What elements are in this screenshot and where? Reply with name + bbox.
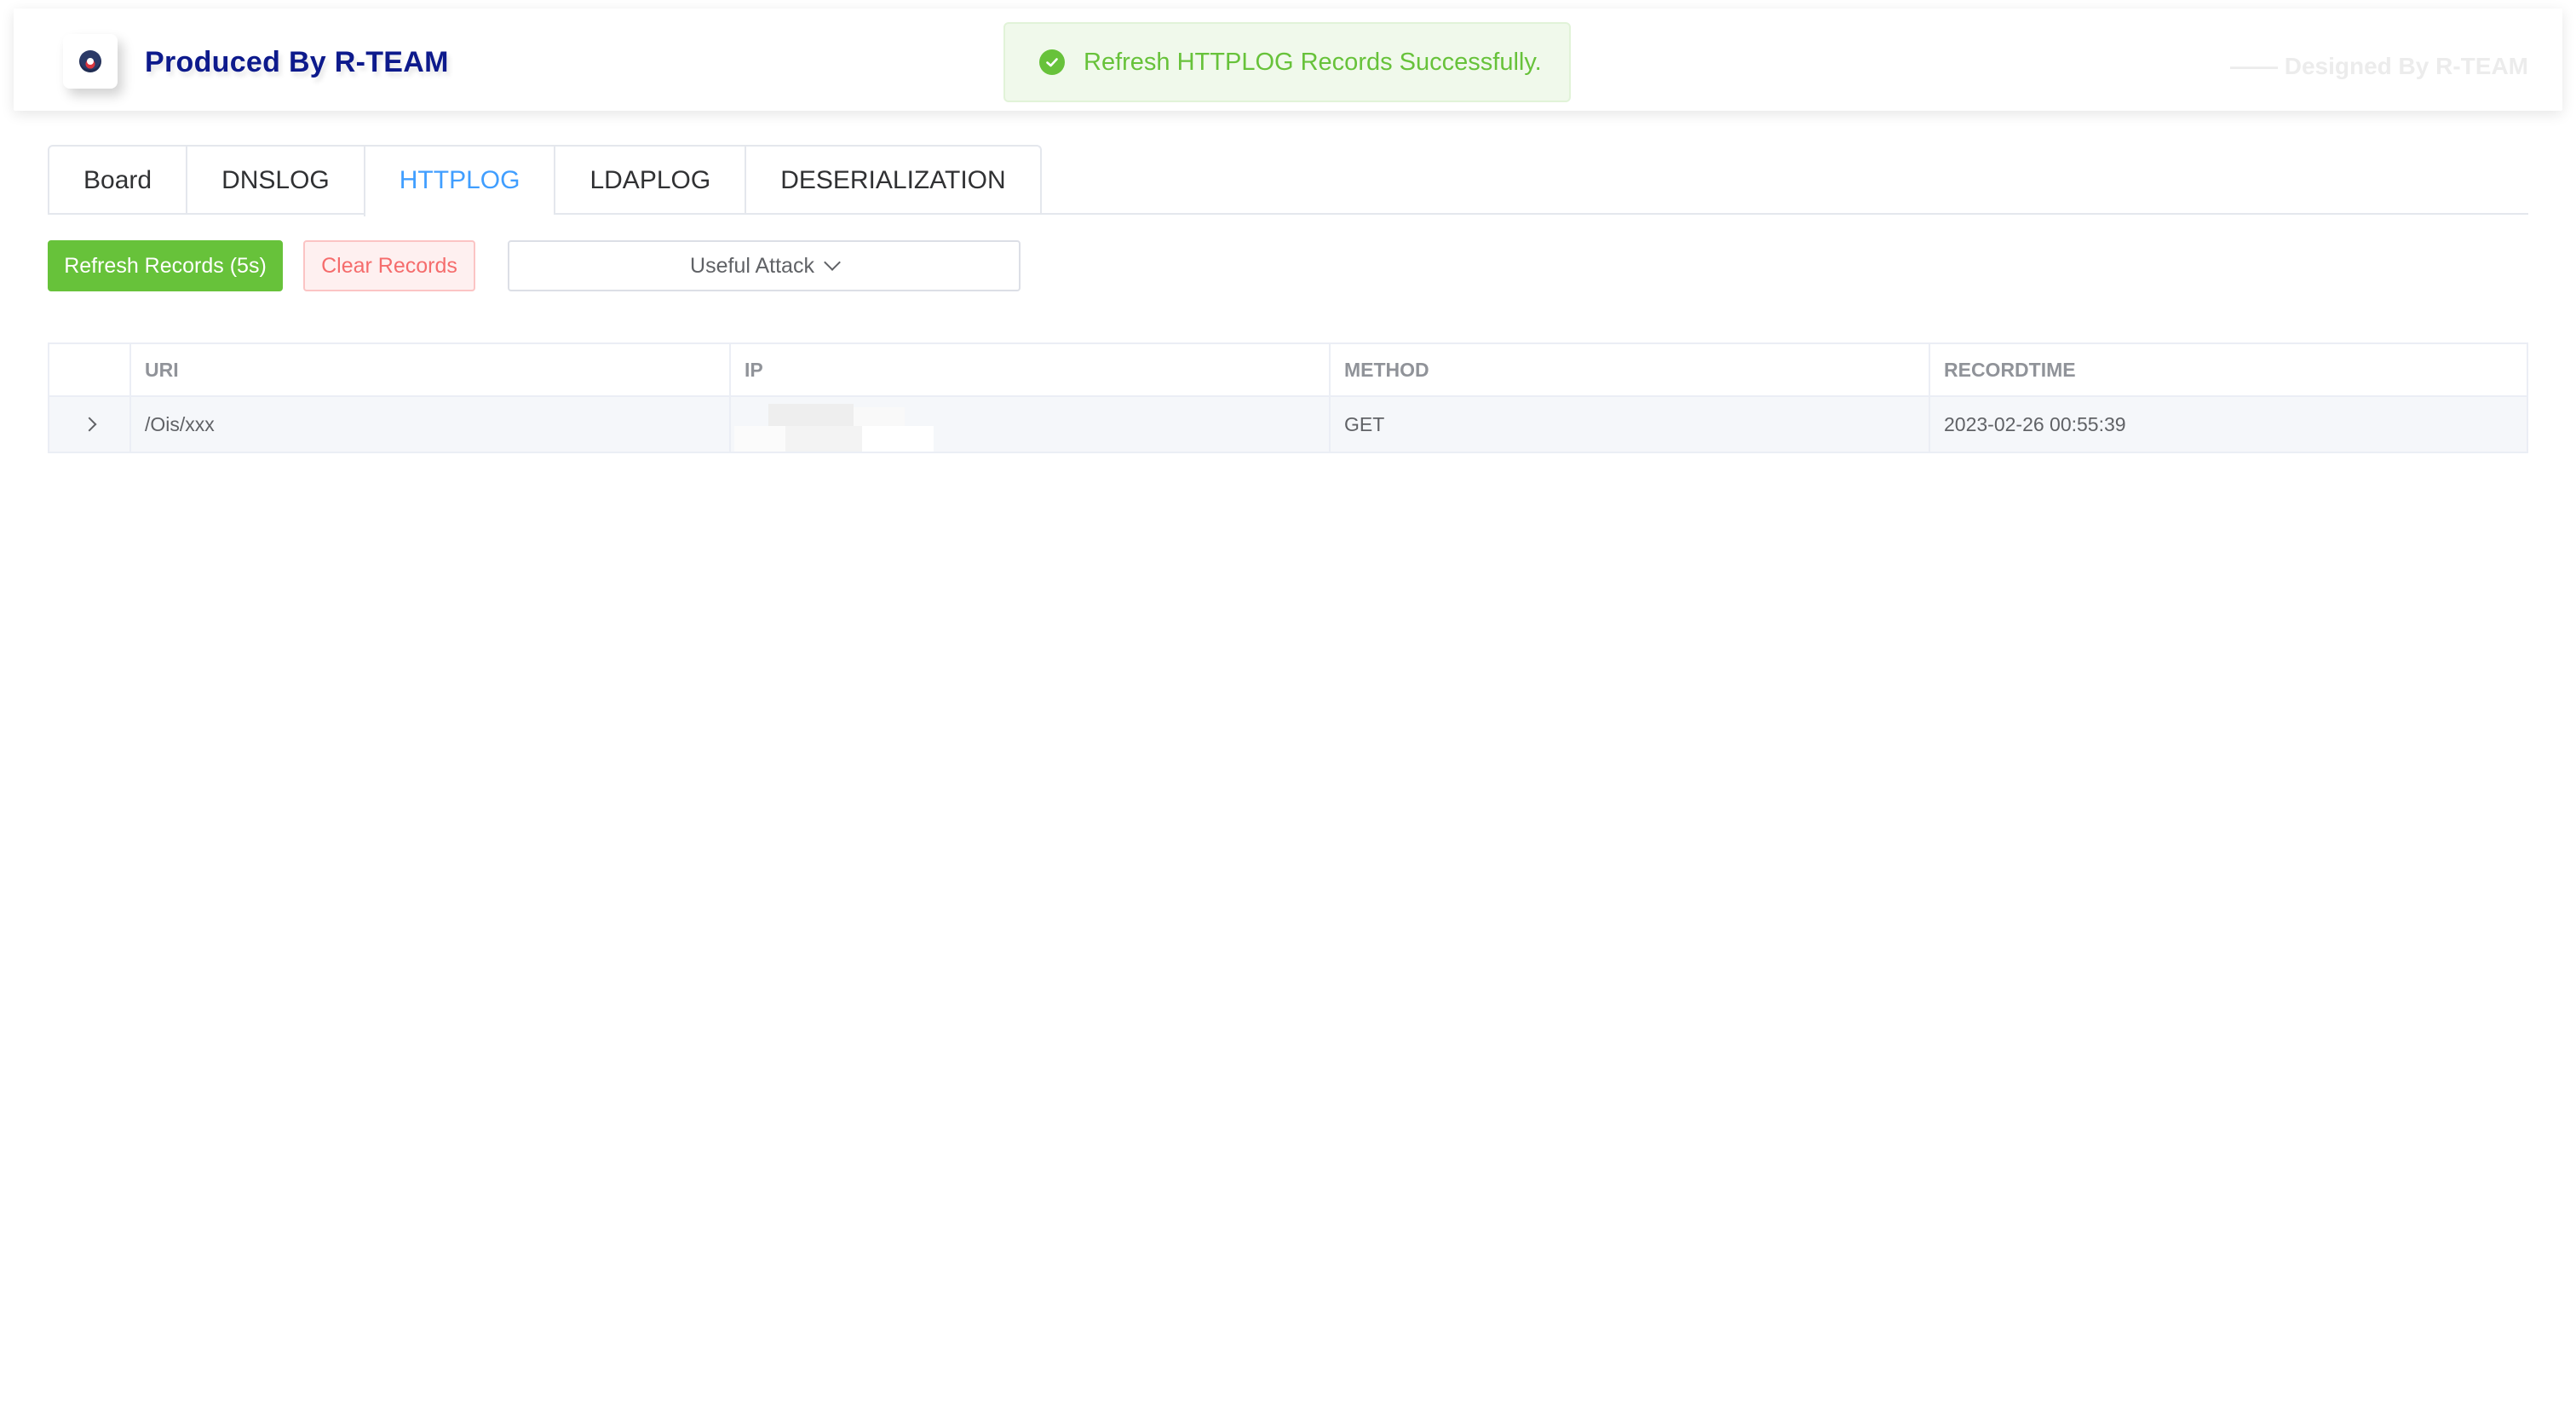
designed-by-text: —— Designed By R-TEAM — [2229, 53, 2528, 79]
useful-attack-dropdown[interactable]: Useful Attack — [508, 240, 1021, 291]
clear-records-button[interactable]: Clear Records — [303, 240, 475, 291]
expand-column-header — [49, 344, 129, 395]
tab-deserialization[interactable]: DESERIALIZATION — [745, 147, 1040, 215]
column-header-method: METHOD — [1329, 344, 1929, 395]
cell-uri: /Ois/xxx — [129, 397, 729, 452]
cell-method: GET — [1329, 397, 1929, 452]
tab-dnslog[interactable]: DNSLOG — [186, 147, 364, 215]
ip-redaction-mask — [734, 404, 939, 452]
column-header-recordtime: RECORDTIME — [1929, 344, 2527, 395]
expand-cell[interactable] — [49, 397, 129, 452]
tab-bar: Board DNSLOG HTTPLOG LDAPLOG DESERIALIZA… — [48, 145, 2528, 216]
tab-ldaplog[interactable]: LDAPLOG — [554, 147, 745, 215]
tab-httplog[interactable]: HTTPLOG — [363, 147, 555, 216]
cell-ip — [729, 397, 1329, 452]
pokeball-logo-icon — [79, 50, 101, 72]
toast-message: Refresh HTTPLOG Records Successfully. — [1084, 48, 1542, 76]
cell-recordtime: 2023-02-26 00:55:39 — [1929, 397, 2527, 452]
success-toast: Refresh HTTPLOG Records Successfully. — [1003, 22, 1571, 102]
tab-list: Board DNSLOG HTTPLOG LDAPLOG DESERIALIZA… — [48, 145, 1042, 216]
column-header-uri: URI — [129, 344, 729, 395]
useful-attack-label: Useful Attack — [690, 253, 814, 278]
logo — [63, 34, 118, 89]
column-header-ip: IP — [729, 344, 1329, 395]
refresh-records-label: Refresh Records (5s) — [64, 253, 267, 278]
check-circle-icon — [1039, 49, 1065, 75]
records-table: URI IP METHOD RECORDTIME /Ois/xxx GET 20… — [48, 342, 2528, 453]
table-row[interactable]: /Ois/xxx GET 2023-02-26 00:55:39 — [49, 397, 2527, 452]
chevron-down-icon — [824, 254, 841, 271]
refresh-records-button[interactable]: Refresh Records (5s) — [48, 240, 283, 291]
tab-board[interactable]: Board — [49, 147, 186, 215]
brand-title: Produced By R-TEAM — [145, 46, 449, 78]
clear-records-label: Clear Records — [321, 253, 457, 278]
table-header-row: URI IP METHOD RECORDTIME — [49, 344, 2527, 397]
chevron-right-icon[interactable] — [82, 417, 97, 432]
